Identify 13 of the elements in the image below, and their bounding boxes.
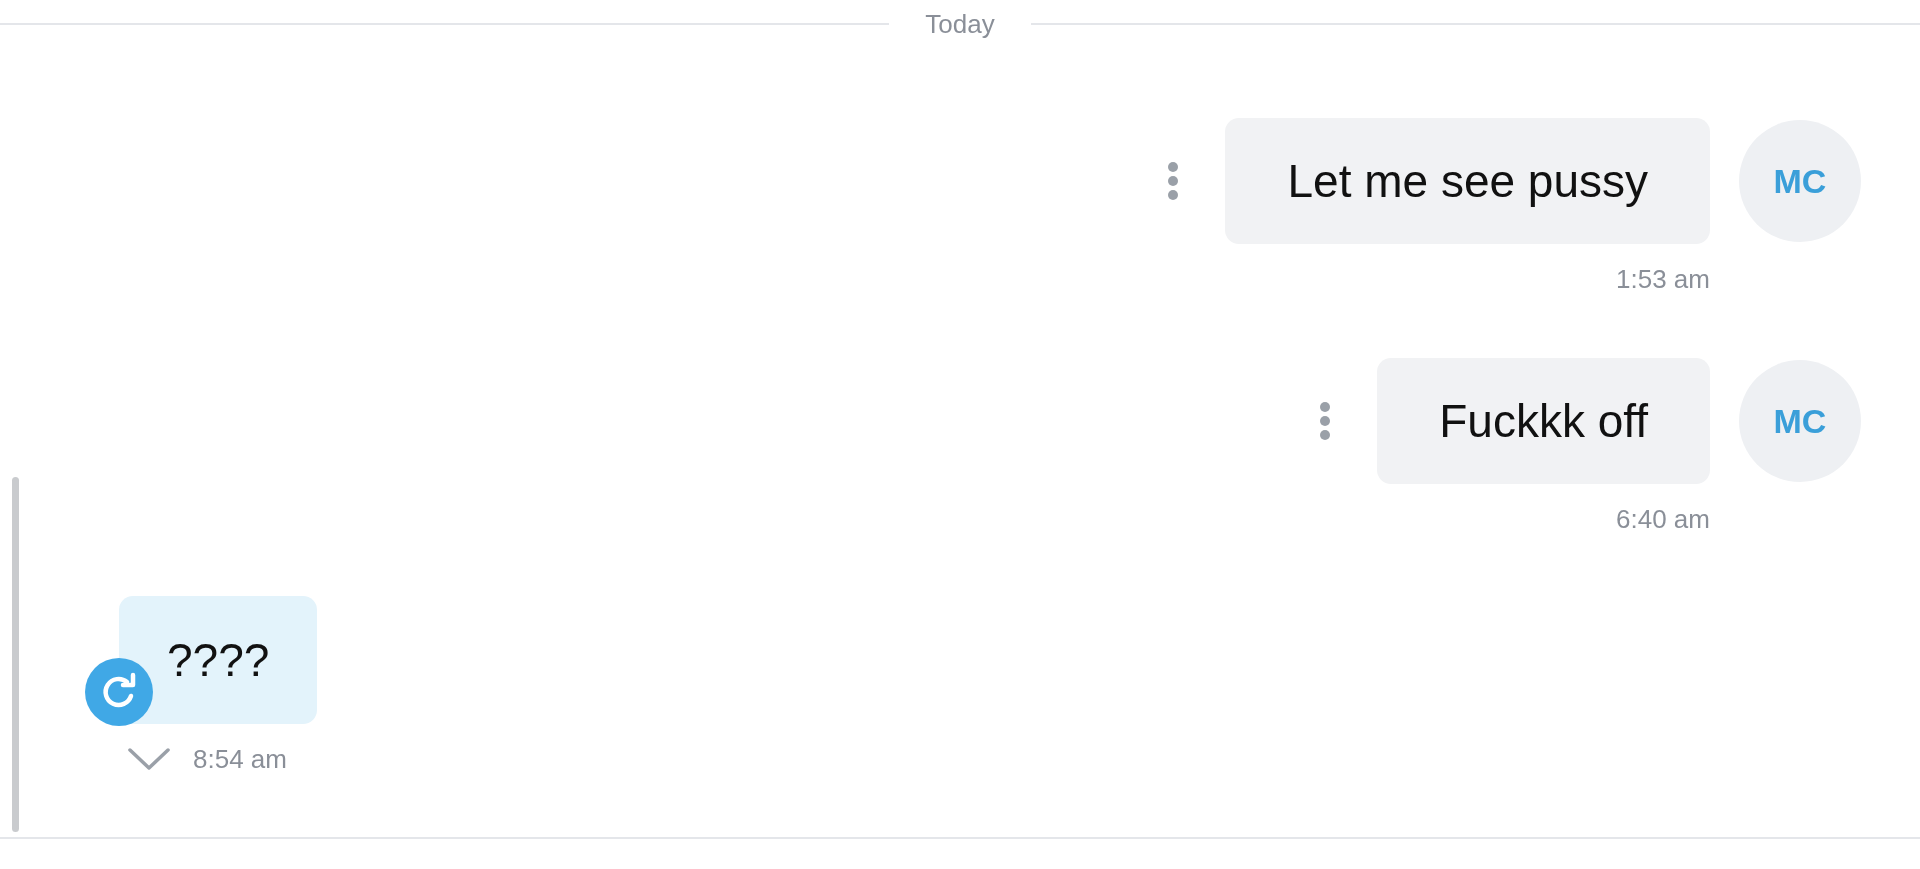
date-divider-label: Today	[924, 8, 996, 40]
more-options-icon[interactable]	[1319, 401, 1332, 441]
more-options-icon[interactable]	[1167, 161, 1180, 201]
message-time: 8:54 am	[193, 744, 287, 774]
refresh-icon[interactable]	[85, 658, 153, 726]
message-time: 6:40 am	[1616, 504, 1710, 534]
message-bubble: Fuckkk off	[1377, 358, 1710, 484]
scrollbar[interactable]	[12, 477, 19, 832]
chevron-down-icon[interactable]	[127, 747, 171, 771]
message-time: 1:53 am	[1616, 264, 1710, 294]
avatar: MC	[1739, 360, 1861, 482]
avatar: MC	[1739, 120, 1861, 242]
message-bubble: Let me see pussy	[1225, 118, 1710, 244]
